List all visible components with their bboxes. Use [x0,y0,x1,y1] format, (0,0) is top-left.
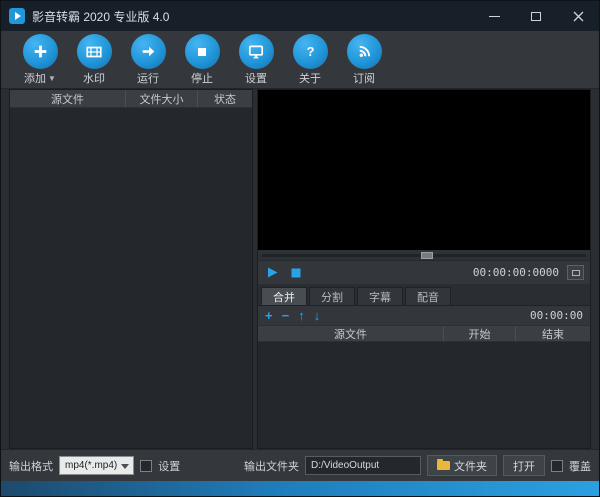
close-button[interactable] [557,1,599,31]
output-folder-input[interactable]: D:/VideoOutput [305,456,421,475]
tab-split[interactable]: 分割 [309,287,355,305]
overwrite-label: 覆盖 [569,460,591,473]
clip-move-down-icon[interactable]: ↓ [314,309,321,322]
about-question-icon: ? [306,44,314,59]
toolbar-stop-button[interactable]: 停止 [175,34,229,86]
source-list-header: 源文件 文件大小 状态 [10,90,252,108]
toolbar-settings-button[interactable]: 设置 [229,34,283,86]
playback-controls: 00:00:00:0000 [258,260,590,284]
format-settings-label[interactable]: 设置 [158,458,180,474]
clip-move-up-icon[interactable]: ↑ [298,309,305,322]
toolbar-run-button[interactable]: 运行 [121,34,175,86]
stop-icon [291,268,301,277]
tab-subtitle[interactable]: 字幕 [357,287,403,305]
window-title: 影音转霸 2020 专业版 4.0 [32,9,170,24]
toolbar-watermark-label: 水印 [83,73,105,85]
stop-playback-button[interactable] [288,265,304,281]
toolbar-stop-label: 停止 [191,73,213,85]
main-toolbar: 添加 ▼ 水印 运行 停止 设置 ? 关于 订阅 [1,31,599,89]
stop-square-icon [198,47,206,56]
toolbar-settings-label: 设置 [245,73,267,85]
column-source-file[interactable]: 源文件 [10,90,126,107]
preview-time: 00:00:00:0000 [472,266,559,279]
tab-merge[interactable]: 合并 [261,287,307,305]
column-file-size[interactable]: 文件大小 [126,90,198,107]
maximize-icon [531,11,541,21]
choose-folder-label: 文件夹 [454,460,487,473]
svg-text:?: ? [306,44,314,59]
seek-handle[interactable] [420,251,433,259]
toolbar-add-label: 添加 [24,73,47,85]
open-folder-button[interactable]: 打开 [503,455,545,476]
window-controls [473,1,599,31]
status-strip [1,481,599,496]
close-icon [573,11,583,21]
clip-add-icon[interactable]: + [265,309,273,322]
clip-list-header: 源文件 开始 结束 [258,325,590,342]
clip-column-source[interactable]: 源文件 [258,326,444,341]
folder-icon [437,459,450,470]
source-list-body[interactable] [10,108,252,448]
source-file-panel: 源文件 文件大小 状态 [9,89,253,449]
settings-monitor-icon [248,45,264,58]
clip-column-start[interactable]: 开始 [444,326,516,341]
app-icon [9,8,25,24]
minimize-button[interactable] [473,1,515,31]
format-settings-icon[interactable] [140,459,153,472]
subscribe-rss-icon [359,45,370,57]
output-format-select[interactable]: mp4(*.mp4) [59,456,135,475]
play-button[interactable] [264,265,280,281]
seek-slider[interactable] [262,251,586,259]
tab-dub[interactable]: 配音 [405,287,451,305]
toolbar-add-button[interactable]: 添加 ▼ [13,34,67,86]
toolbar-run-label: 运行 [137,73,159,85]
clip-column-end[interactable]: 结束 [516,326,590,341]
main-area: 源文件 文件大小 状态 00:00:00:0000 合并 分割 字幕 配音 + … [9,89,591,449]
app-window: 影音转霸 2020 专业版 4.0 添加 ▼ 水印 运行 停止 设置 ? 关于 … [0,0,600,497]
clip-total-time: 00:00:00 [530,309,583,322]
add-dropdown-caret-icon: ▼ [48,73,56,83]
play-icon [267,267,277,278]
output-folder-label: 输出文件夹 [244,460,299,473]
watermark-film-icon [86,46,102,57]
column-status[interactable]: 状态 [198,90,252,107]
minimize-icon [488,15,500,17]
run-arrow-icon [142,46,154,57]
toolbar-watermark-button[interactable]: 水印 [67,34,121,86]
output-format-label: 输出格式 [9,460,53,473]
preview-panel: 00:00:00:0000 合并 分割 字幕 配音 + − ↑ ↓ 00:00:… [257,89,591,449]
titlebar: 影音转霸 2020 专业版 4.0 [1,1,599,31]
clip-remove-icon[interactable]: − [282,309,290,322]
toolbar-subscribe-label: 订阅 [353,73,375,85]
snapshot-button[interactable] [567,265,584,280]
editor-tabs: 合并 分割 字幕 配音 [258,284,590,305]
overwrite-checkbox[interactable] [551,459,563,472]
snapshot-icon [571,269,580,276]
choose-folder-button[interactable]: 文件夹 [427,455,497,476]
open-folder-label: 打开 [513,460,535,473]
maximize-button[interactable] [515,1,557,31]
toolbar-about-button[interactable]: ? 关于 [283,34,337,86]
clip-list-body[interactable] [258,342,590,448]
seek-row [258,250,590,260]
bottom-bar: 输出格式 mp4(*.mp4) 设置 输出文件夹 D:/VideoOutput … [1,449,599,481]
clip-toolbar: + − ↑ ↓ 00:00:00 [258,305,590,325]
video-preview[interactable] [258,90,590,250]
toolbar-about-label: 关于 [299,73,321,85]
add-plus-icon [34,45,46,58]
toolbar-subscribe-button[interactable]: 订阅 [337,34,391,86]
